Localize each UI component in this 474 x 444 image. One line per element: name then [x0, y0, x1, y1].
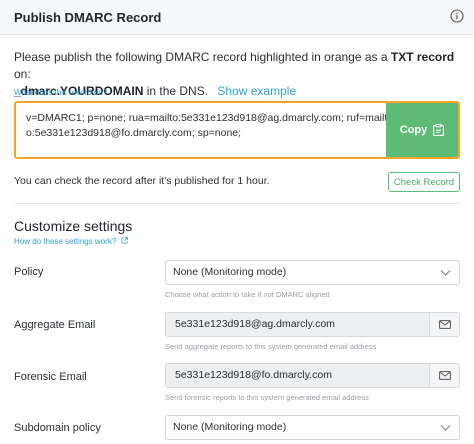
check-record-hint: You can check the record after it's publ…: [14, 175, 270, 187]
check-record-button[interactable]: Check Record: [388, 172, 460, 192]
copy-label: Copy: [399, 124, 428, 136]
txt-record-label: TXT record: [390, 50, 455, 64]
how-settings-work-label: How do these settings work?: [14, 237, 117, 246]
aggregate-email-hint: Send aggregate reports to this system ge…: [165, 342, 377, 351]
customize-settings-title: Customize settings: [14, 218, 133, 234]
policy-value: None (Monitoring mode): [173, 266, 287, 278]
chevron-down-icon: [440, 425, 451, 431]
aggregate-email-label: Aggregate Email: [14, 319, 96, 331]
policy-select[interactable]: None (Monitoring mode): [165, 260, 460, 285]
policy-label: Policy: [14, 266, 44, 278]
forensic-email-addon: [429, 364, 459, 387]
dmarc-record-box: v=DMARC1; p=none; rua=mailto:5e331e123d9…: [14, 101, 460, 159]
subdomain-policy-label: Subdomain policy: [14, 422, 101, 434]
what-does-record-do-link[interactable]: What does this record do?: [14, 88, 107, 97]
show-example-link[interactable]: Show example: [217, 84, 296, 98]
forensic-email-label: Forensic Email: [14, 371, 87, 383]
forensic-email-hint: Send forensic reports to this system gen…: [165, 393, 369, 402]
aggregate-email-addon: [429, 313, 459, 336]
policy-hint: Choose what action to take if not DMARC …: [165, 290, 330, 299]
modal-header: Publish DMARC Record: [0, 0, 474, 35]
info-icon[interactable]: [450, 9, 464, 23]
mail-icon: [438, 371, 451, 380]
forensic-email-value: 5e331e123d918@fo.dmarcly.com: [175, 369, 332, 381]
copy-button[interactable]: Copy: [386, 103, 458, 157]
modal-title: Publish DMARC Record: [14, 10, 162, 25]
aggregate-email-field: 5e331e123d918@ag.dmarcly.com: [165, 312, 460, 337]
how-settings-work-link[interactable]: How do these settings work?: [14, 237, 128, 246]
section-divider: [14, 203, 460, 204]
dmarc-record-value[interactable]: v=DMARC1; p=none; rua=mailto:5e331e123d9…: [26, 111, 388, 141]
aggregate-email-value: 5e331e123d918@ag.dmarcly.com: [175, 318, 335, 330]
instructions-dns: in the DNS.: [143, 84, 209, 98]
mail-icon: [438, 320, 451, 329]
instructions-text: Please publish the following DMARC recor…: [14, 50, 391, 64]
clipboard-icon: [433, 124, 445, 136]
chevron-down-icon: [440, 270, 451, 276]
instructions-on: on:: [14, 67, 31, 81]
forensic-email-field: 5e331e123d918@fo.dmarcly.com: [165, 363, 460, 388]
subdomain-policy-select[interactable]: None (Monitoring mode): [165, 415, 460, 440]
external-link-icon: [120, 237, 128, 244]
subdomain-policy-value: None (Monitoring mode): [173, 421, 287, 433]
